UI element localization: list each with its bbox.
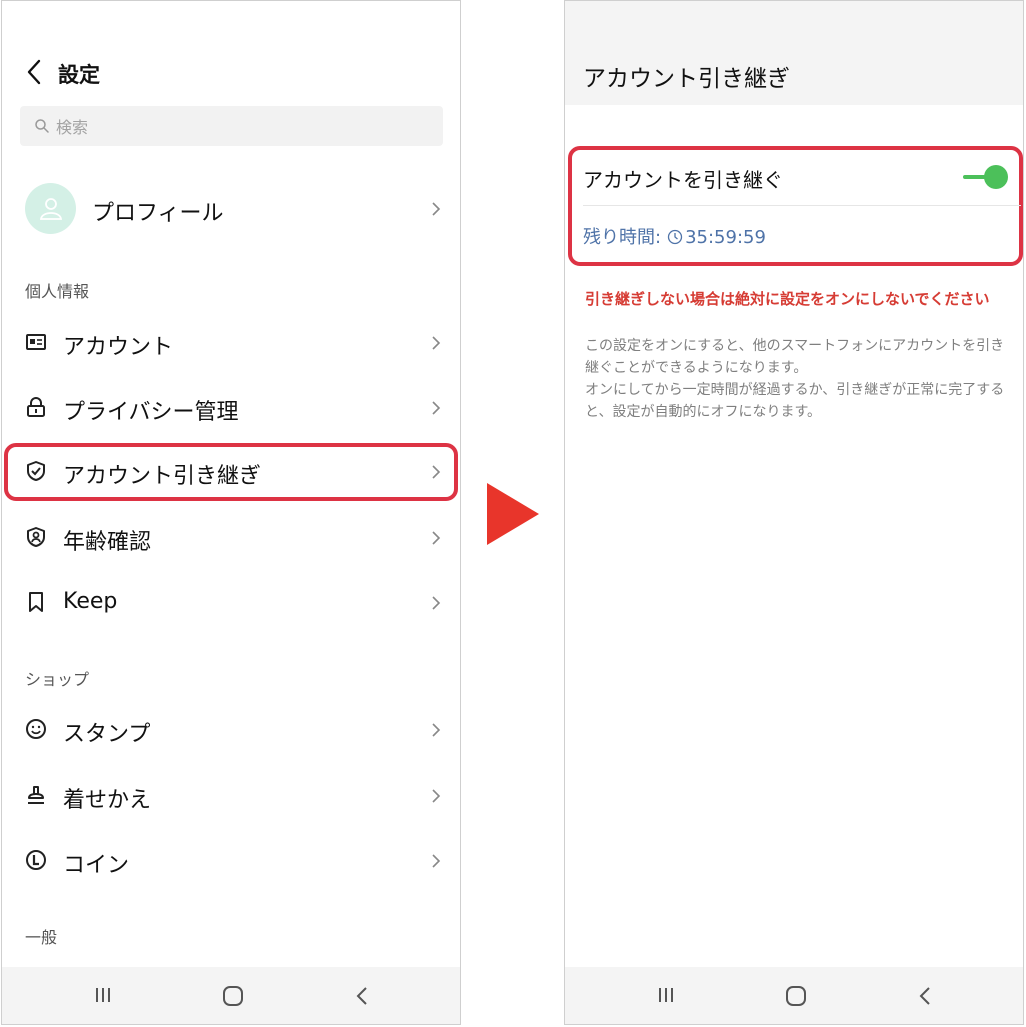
settings-item-age-verification[interactable]: 年齢確認 bbox=[2, 510, 460, 566]
chevron-right-icon bbox=[432, 336, 441, 350]
chevron-right-icon bbox=[432, 401, 441, 415]
description-paragraph: オンにしてから一定時間が経過するか、引き継ぎが正常に完了すると、設定が自動的にオ… bbox=[585, 382, 1005, 420]
settings-item-label: スタンプ bbox=[63, 722, 151, 747]
section-title-shop: ショップ bbox=[25, 670, 90, 689]
divider bbox=[583, 205, 1021, 206]
section-title-general: 一般 bbox=[25, 928, 58, 947]
avatar bbox=[25, 183, 76, 234]
remaining-time-label: 残り時間: bbox=[583, 227, 662, 248]
settings-header: 設定 bbox=[2, 51, 460, 93]
page-title: アカウント引き継ぎ bbox=[583, 66, 790, 92]
chevron-right-icon bbox=[432, 202, 441, 216]
account-transfer-screen: アカウント引き継ぎ アカウントを引き継ぐ 残り時間: 35:59:59 引き継ぎ… bbox=[564, 0, 1024, 1025]
back-nav-icon[interactable] bbox=[354, 985, 370, 1007]
back-nav-icon[interactable] bbox=[917, 985, 933, 1007]
system-nav-bar bbox=[2, 967, 460, 1024]
description-text: この設定をオンにすると、他のスマートフォンにアカウントを引き継ぐことができるよう… bbox=[585, 335, 1009, 423]
settings-item-label: アカウント bbox=[63, 335, 174, 360]
chevron-right-icon bbox=[432, 789, 441, 803]
transfer-toggle-switch[interactable] bbox=[963, 164, 1009, 190]
settings-item-label: Keep bbox=[63, 589, 118, 614]
transfer-toggle-label: アカウントを引き継ぐ bbox=[583, 168, 783, 192]
recent-apps-icon[interactable] bbox=[656, 985, 676, 1005]
search-bar[interactable] bbox=[20, 106, 443, 146]
highlight-frame bbox=[4, 443, 458, 501]
person-badge-icon bbox=[27, 527, 45, 547]
clock-icon bbox=[667, 229, 683, 244]
section-title-personal: 個人情報 bbox=[25, 282, 90, 301]
search-icon bbox=[35, 119, 49, 133]
next-step-arrow-icon bbox=[487, 483, 539, 545]
account-transfer-header: アカウント引き継ぎ bbox=[565, 1, 1023, 105]
settings-item-themes[interactable]: 着せかえ bbox=[2, 768, 460, 824]
settings-item-label: プライバシー管理 bbox=[63, 400, 239, 425]
settings-item-label: コイン bbox=[63, 853, 130, 878]
warning-text: 引き継ぎしない場合は絶対に設定をオンにしないでください bbox=[585, 290, 990, 308]
id-card-icon bbox=[26, 334, 46, 350]
page-title: 設定 bbox=[58, 63, 100, 87]
back-arrow-icon[interactable] bbox=[22, 57, 48, 87]
bookmark-icon bbox=[29, 592, 43, 612]
coin-icon bbox=[26, 850, 46, 870]
settings-item-label: 年齢確認 bbox=[63, 530, 152, 555]
chevron-right-icon bbox=[432, 854, 441, 868]
smile-icon bbox=[26, 719, 46, 739]
remaining-time-value: 35:59:59 bbox=[685, 227, 766, 248]
settings-item-label: 着せかえ bbox=[63, 788, 152, 813]
search-input[interactable] bbox=[54, 112, 428, 142]
chevron-right-icon bbox=[432, 531, 441, 545]
recent-apps-icon[interactable] bbox=[93, 985, 113, 1005]
settings-screen: 設定 プロフィール 個人情報 アカウント bbox=[1, 0, 461, 1025]
chevron-right-icon bbox=[432, 723, 441, 737]
settings-item-stickers[interactable]: スタンプ bbox=[2, 702, 460, 758]
chevron-right-icon bbox=[432, 596, 441, 610]
settings-item-keep[interactable]: Keep bbox=[2, 575, 460, 631]
profile-label: プロフィール bbox=[92, 201, 224, 226]
stamp-icon bbox=[28, 786, 44, 804]
lock-icon bbox=[27, 397, 45, 417]
profile-row[interactable]: プロフィール bbox=[2, 181, 460, 237]
settings-item-privacy[interactable]: プライバシー管理 bbox=[2, 380, 460, 436]
settings-item-account[interactable]: アカウント bbox=[2, 315, 460, 371]
system-nav-bar bbox=[565, 967, 1023, 1024]
home-icon[interactable] bbox=[785, 985, 807, 1007]
home-icon[interactable] bbox=[222, 985, 244, 1007]
settings-item-coins[interactable]: コイン bbox=[2, 833, 460, 889]
remaining-time: 残り時間: 35:59:59 bbox=[583, 223, 766, 249]
description-paragraph: この設定をオンにすると、他のスマートフォンにアカウントを引き継ぐことができるよう… bbox=[585, 338, 1005, 376]
person-icon bbox=[39, 198, 63, 220]
